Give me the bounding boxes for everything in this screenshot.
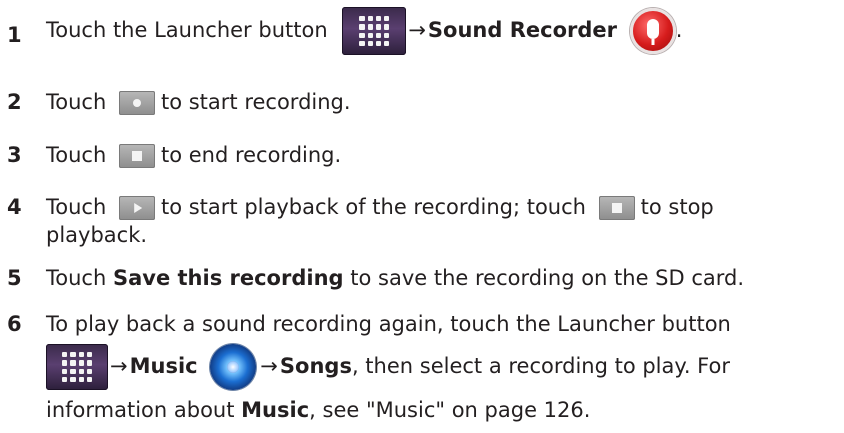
step-text-before: Touch (46, 90, 107, 114)
step-text-line2: →Music →Songs, then select a recording t… (46, 344, 730, 390)
stop-button-icon (598, 196, 635, 220)
step-text-before: Touch (46, 143, 107, 167)
step-number: 2 (7, 90, 22, 114)
arrow: → (408, 18, 426, 42)
step-text-after: to save the recording on the SD card. (350, 266, 745, 290)
launcher-grid-icon (342, 7, 407, 55)
music-label: Music (241, 398, 310, 422)
step-number: 1 (7, 23, 22, 47)
step-number: 6 (7, 312, 22, 336)
play-button-icon (118, 196, 155, 220)
step-text-line1: To play back a sound recording again, to… (46, 312, 731, 336)
step-6: 6 To play back a sound recording again, … (0, 310, 844, 430)
save-this-recording-label: Save this recording (112, 266, 344, 290)
step-text-line2-tail: , then select a recording to play. For (351, 354, 730, 378)
step-text-before: Touch the Launcher button (46, 18, 328, 42)
step-text-continuation: playback. (46, 223, 148, 247)
step-text: Touch to start playback of the recording… (46, 193, 714, 221)
step-text-line3: information about Music, see "Music" on … (46, 396, 590, 424)
record-button-icon (118, 91, 155, 115)
step-text-after: to start recording. (160, 90, 351, 114)
trailing-period: . (675, 18, 683, 42)
step-text: Touch Save this recording to save the re… (46, 264, 744, 292)
step-text-before: Touch (46, 195, 107, 219)
step-number: 4 (7, 195, 22, 219)
step-text: Touch the Launcher button →Sound Recorde… (46, 7, 682, 55)
songs-label: Songs (279, 354, 352, 378)
stop-button-icon (118, 144, 155, 168)
step-text-after: to end recording. (160, 143, 342, 167)
step-text-middle: to start playback of the recording; touc… (160, 195, 586, 219)
instruction-document: 1 Touch the Launcher button →Sound Recor… (0, 0, 844, 433)
step-text-line3-after: , see "Music" on page 126. (309, 398, 591, 422)
microphone-icon (629, 8, 676, 54)
music-label: Music (129, 354, 198, 378)
launcher-grid-icon (46, 344, 108, 390)
step-text-line3-before: information about (46, 398, 235, 422)
step-number: 3 (7, 143, 22, 167)
step-number: 5 (7, 266, 22, 290)
step-text: Touch to start recording. (46, 88, 351, 116)
step-text-after: to stop (640, 195, 714, 219)
step-4: 4 Touch to start playback of the recordi… (0, 193, 844, 249)
step-text-before: Touch (46, 266, 107, 290)
arrow: → (110, 354, 128, 378)
sound-recorder-label: Sound Recorder (427, 18, 617, 42)
arrow: → (260, 354, 278, 378)
speaker-disc-icon (210, 344, 257, 390)
step-text: Touch to end recording. (46, 141, 341, 169)
